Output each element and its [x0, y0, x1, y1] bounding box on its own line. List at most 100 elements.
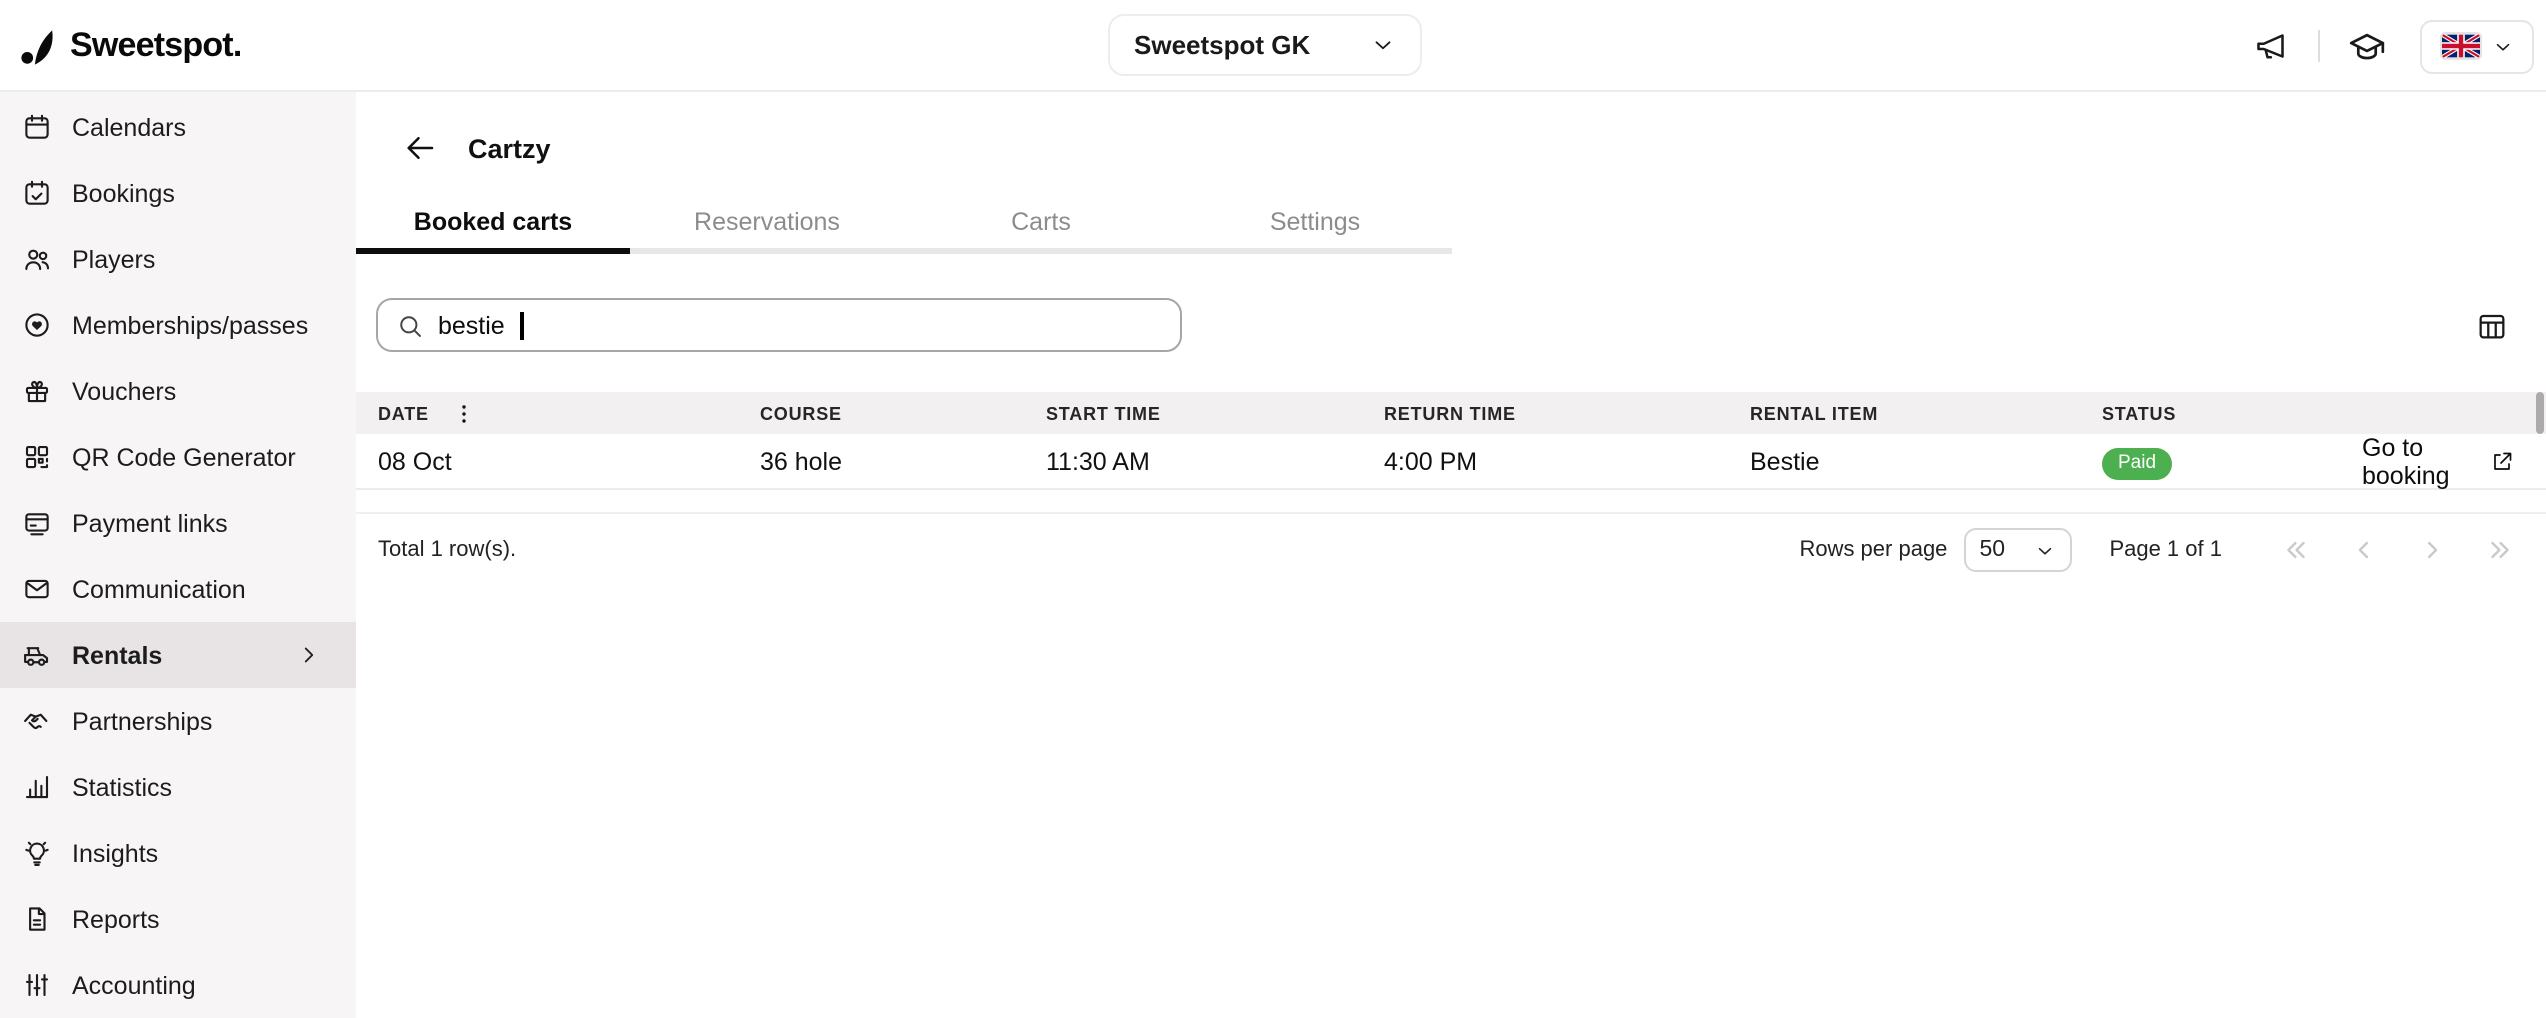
- sidebar-item-label: Reports: [72, 905, 160, 933]
- go-to-booking-label: Go to booking: [2362, 434, 2480, 490]
- search-input[interactable]: bestie: [376, 298, 1182, 352]
- scrollbar-thumb[interactable]: [2536, 392, 2544, 434]
- handshake-icon: [22, 706, 52, 736]
- last-page-button[interactable]: [2486, 536, 2514, 564]
- column-header-rental-item: RENTAL ITEM: [1750, 403, 2102, 423]
- page-title: Cartzy: [468, 133, 551, 163]
- text-caret: [521, 311, 524, 339]
- page-indicator: Page 1 of 1: [2109, 538, 2222, 562]
- sidebar-item-label: Calendars: [72, 113, 186, 141]
- table-row[interactable]: 08 Oct 36 hole 11:30 AM 4:00 PM Bestie P…: [356, 434, 2546, 490]
- main-content: Cartzy Booked carts Reservations Carts S…: [356, 92, 2546, 1018]
- column-header-date: DATE: [378, 401, 760, 425]
- sidebar-item-label: Bookings: [72, 179, 175, 207]
- tab-label: Reservations: [694, 208, 840, 236]
- golf-cart-icon: [22, 640, 52, 670]
- page-header: Cartzy: [356, 92, 2546, 176]
- bar-chart-icon: [22, 772, 52, 802]
- calendar-icon: [22, 112, 52, 142]
- sidebar-item-memberships[interactable]: Memberships/passes: [0, 292, 356, 358]
- tab-settings[interactable]: Settings: [1178, 196, 1452, 254]
- column-header-label: DATE: [378, 403, 429, 423]
- cell-return-time: 4:00 PM: [1384, 448, 1750, 476]
- search-value: bestie: [438, 311, 505, 339]
- go-to-booking-link[interactable]: Go to booking: [2362, 434, 2514, 490]
- sidebar-item-label: Rentals: [72, 641, 162, 669]
- megaphone-icon: [2254, 28, 2290, 64]
- document-icon: [22, 904, 52, 934]
- table-bottom-divider: [356, 490, 2546, 514]
- language-selector[interactable]: [2420, 19, 2534, 73]
- sidebar-item-partnerships[interactable]: Partnerships: [0, 688, 356, 754]
- chevron-right-icon: [294, 642, 324, 668]
- pagination-controls: Rows per page 50 Page 1 of 1: [1799, 528, 2514, 572]
- sidebar-item-label: Insights: [72, 839, 158, 867]
- cell-course: 36 hole: [760, 448, 1046, 476]
- sidebar-item-vouchers[interactable]: Vouchers: [0, 358, 356, 424]
- tab-reservations[interactable]: Reservations: [630, 196, 904, 254]
- tab-booked-carts[interactable]: Booked carts: [356, 196, 630, 254]
- sidebar-item-insights[interactable]: Insights: [0, 820, 356, 886]
- sidebar-item-label: Players: [72, 245, 155, 273]
- tab-carts[interactable]: Carts: [904, 196, 1178, 254]
- sliders-icon: [22, 970, 52, 1000]
- users-icon: [22, 244, 52, 274]
- sidebar-item-communication[interactable]: Communication: [0, 556, 356, 622]
- chevron-down-icon: [2033, 539, 2055, 561]
- sidebar-item-bookings[interactable]: Bookings: [0, 160, 356, 226]
- sidebar-item-label: Vouchers: [72, 377, 176, 405]
- tab-label: Carts: [1011, 208, 1071, 236]
- mail-icon: [22, 574, 52, 604]
- sidebar-item-players[interactable]: Players: [0, 226, 356, 292]
- external-link-icon: [2490, 450, 2514, 474]
- calendar-check-icon: [22, 178, 52, 208]
- column-header-start-time: START TIME: [1046, 403, 1384, 423]
- column-header-status: STATUS: [2102, 403, 2362, 423]
- sidebar-item-reports[interactable]: Reports: [0, 886, 356, 952]
- sidebar-item-label: Accounting: [72, 971, 196, 999]
- sidebar-item-calendars[interactable]: Calendars: [0, 94, 356, 160]
- previous-page-button[interactable]: [2350, 536, 2378, 564]
- pager: [2282, 536, 2514, 564]
- rows-per-page-value: 50: [1979, 538, 2005, 562]
- chevron-down-icon: [1370, 32, 1396, 58]
- rows-per-page-select[interactable]: 50: [1963, 528, 2071, 572]
- organization-selector[interactable]: Sweetspot GK: [1108, 14, 1422, 76]
- date-view-button[interactable]: [2470, 303, 2514, 347]
- sidebar-item-accounting[interactable]: Accounting: [0, 952, 356, 1018]
- cell-date: 08 Oct: [378, 448, 760, 476]
- search-icon: [396, 311, 424, 339]
- column-header-return-time: RETURN TIME: [1384, 403, 1750, 423]
- next-page-button[interactable]: [2418, 536, 2446, 564]
- tab-bar: Booked carts Reservations Carts Settings: [356, 196, 2546, 254]
- organization-selector-value: Sweetspot GK: [1134, 30, 1310, 60]
- column-header-course: COURSE: [760, 403, 1046, 423]
- tab-label: Booked carts: [414, 208, 572, 236]
- cell-start-time: 11:30 AM: [1046, 448, 1384, 476]
- sidebar-item-qr-code-generator[interactable]: QR Code Generator: [0, 424, 356, 490]
- announcements-button[interactable]: [2244, 18, 2300, 74]
- first-page-button[interactable]: [2282, 536, 2310, 564]
- qr-code-icon: [22, 442, 52, 472]
- sweetspot-logo[interactable]: Sweetspot.: [20, 0, 242, 92]
- back-button[interactable]: [400, 128, 440, 168]
- topbar-divider: [2318, 30, 2320, 62]
- sidebar-item-label: Partnerships: [72, 707, 212, 735]
- sidebar-item-label: Communication: [72, 575, 246, 603]
- sidebar-item-payment-links[interactable]: Payment links: [0, 490, 356, 556]
- cell-rental-item: Bestie: [1750, 448, 2102, 476]
- total-rows-label: Total 1 row(s).: [378, 538, 516, 562]
- graduation-cap-icon: [2347, 27, 2385, 65]
- rows-per-page-label: Rows per page: [1799, 538, 1947, 562]
- sweetspot-logo-icon: [20, 27, 58, 65]
- academy-button[interactable]: [2338, 18, 2394, 74]
- sidebar-item-rentals[interactable]: Rentals: [0, 622, 356, 688]
- calendar-table-icon: [2476, 309, 2508, 341]
- app-root: Sweetspot. Sweetspot GK: [0, 0, 2546, 1018]
- gift-icon: [22, 376, 52, 406]
- table-footer: Total 1 row(s). Rows per page 50 Page 1 …: [378, 528, 2514, 572]
- payment-terminal-icon: [22, 508, 52, 538]
- column-menu-icon[interactable]: [453, 401, 477, 425]
- sidebar-item-statistics[interactable]: Statistics: [0, 754, 356, 820]
- top-right-actions: [2244, 0, 2534, 92]
